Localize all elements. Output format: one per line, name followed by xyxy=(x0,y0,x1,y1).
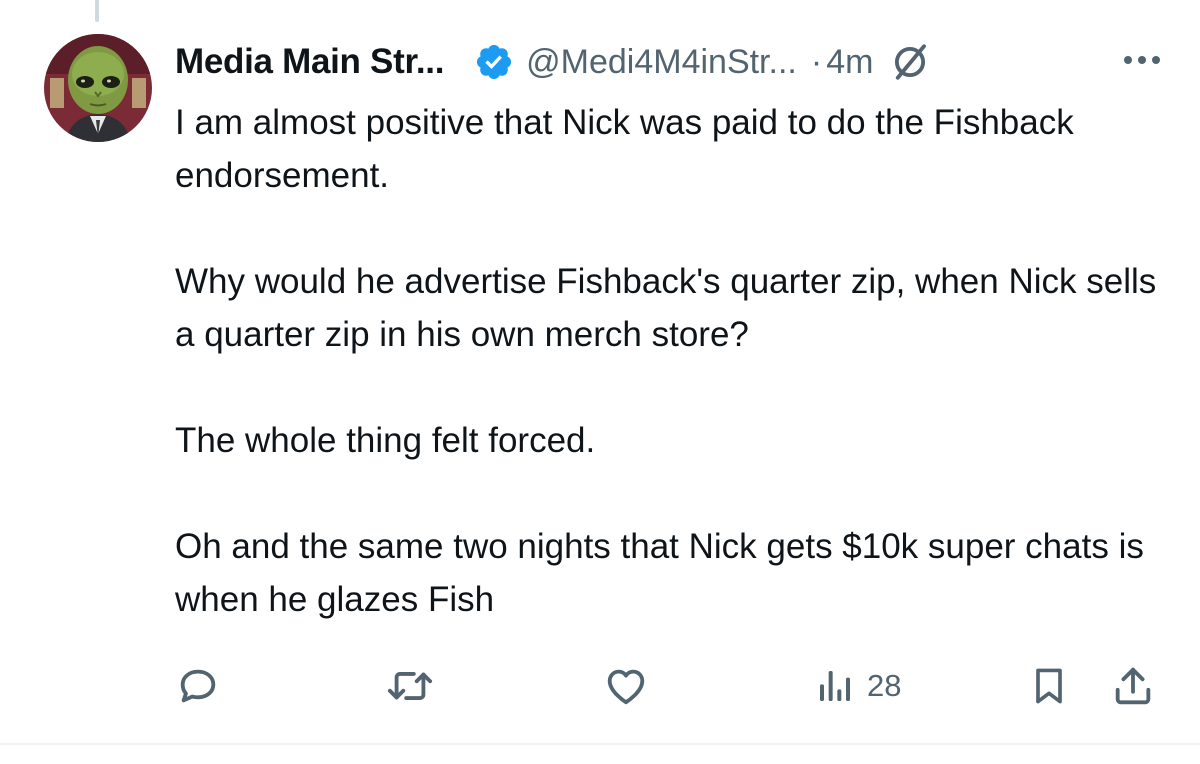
reply-button[interactable] xyxy=(175,660,221,712)
bookmark-button[interactable] xyxy=(1027,660,1071,712)
tweet-paragraph: Why would he advertise Fishback's quarte… xyxy=(175,262,1157,354)
reply-icon xyxy=(175,663,221,709)
tweet-divider xyxy=(0,743,1200,745)
tweet-paragraph: The whole thing felt forced. xyxy=(175,421,596,460)
share-icon xyxy=(1110,663,1156,709)
bookmark-icon xyxy=(1027,663,1071,709)
separator-dot: · xyxy=(810,42,823,81)
handle[interactable]: @Medi4M4inStr... xyxy=(526,43,797,82)
more-icon[interactable] xyxy=(1119,48,1165,72)
retweet-button[interactable] xyxy=(385,660,435,712)
retweet-icon xyxy=(385,663,435,709)
thread-connector-line xyxy=(95,0,99,22)
display-name[interactable]: Media Main Str... xyxy=(175,42,444,82)
share-button[interactable] xyxy=(1110,660,1156,712)
avatar[interactable] xyxy=(44,34,152,142)
views-button[interactable]: 28 xyxy=(815,660,901,712)
like-icon xyxy=(602,663,650,709)
like-button[interactable] xyxy=(602,660,650,712)
tweet-paragraph: I am almost positive that Nick was paid … xyxy=(175,103,1074,195)
views-count: 28 xyxy=(867,668,902,703)
timestamp[interactable]: 4m xyxy=(826,43,873,82)
tweet-paragraph: Oh and the same two nights that Nick get… xyxy=(175,527,1144,619)
tweet-actions: 28 xyxy=(175,660,1160,712)
views-icon xyxy=(815,666,855,706)
verified-badge-icon[interactable] xyxy=(474,42,514,82)
tweet-text: I am almost positive that Nick was paid … xyxy=(175,96,1175,626)
tweet-header: Media Main Str... @Medi4M4inStr... · 4m xyxy=(175,36,1165,88)
grok-icon[interactable] xyxy=(889,41,931,83)
